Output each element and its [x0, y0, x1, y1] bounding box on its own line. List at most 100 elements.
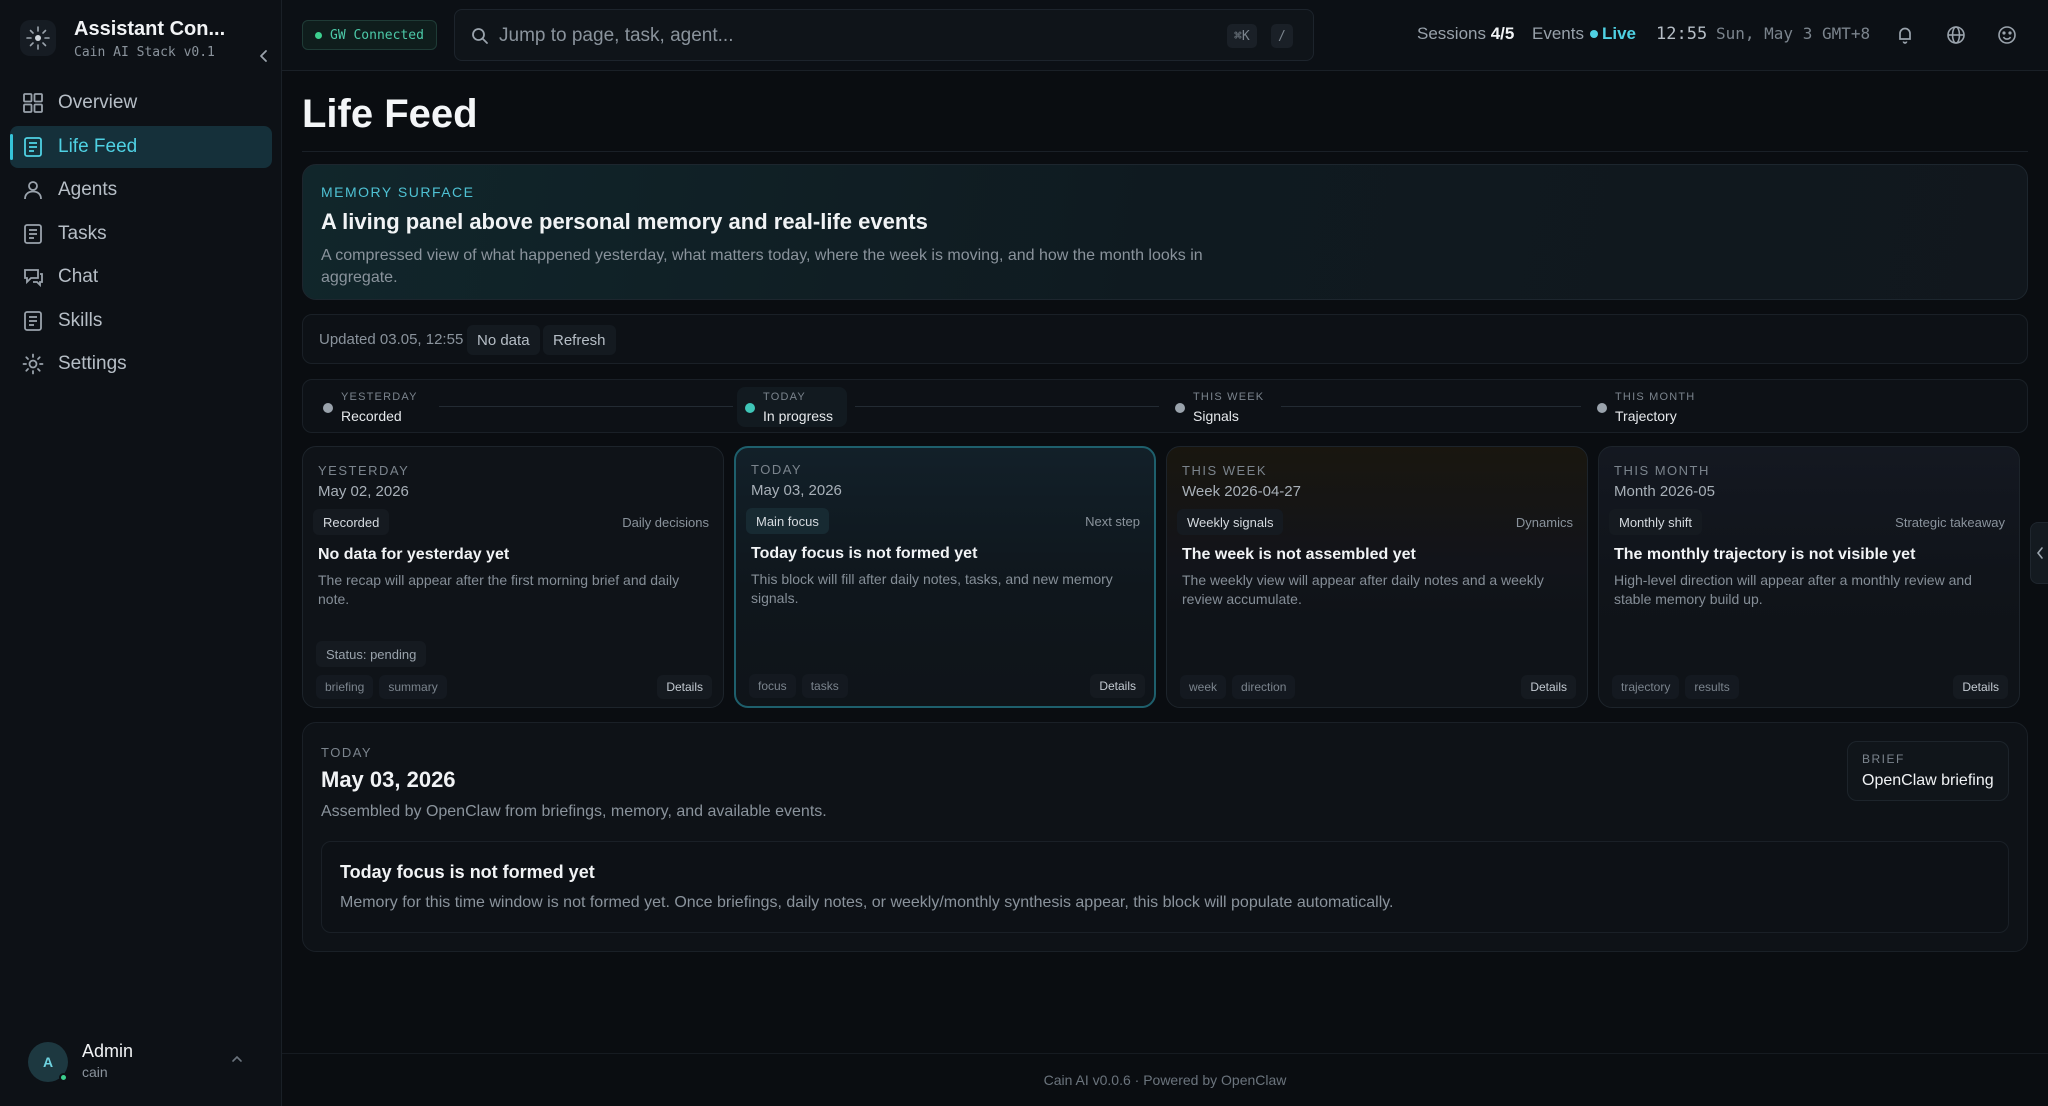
- user-menu[interactable]: A Admin cain: [28, 1040, 258, 1084]
- details-button[interactable]: Details: [1521, 675, 1576, 699]
- hero-kicker: MEMORY SURFACE: [321, 184, 475, 200]
- search-input[interactable]: [499, 22, 1199, 50]
- nav-label: Chat: [58, 266, 99, 287]
- page-footer: Cain AI v0.0.6 · Powered by OpenClaw: [282, 1053, 2048, 1106]
- globe-icon[interactable]: [1943, 22, 1969, 48]
- timeline-dot: [323, 403, 333, 413]
- connected-dot: [315, 31, 322, 39]
- card-tag: Main focus: [746, 508, 829, 534]
- card-this-week[interactable]: THIS WEEK Week 2026-04-27 Weekly signals…: [1166, 446, 1588, 708]
- memory-surface-hero: MEMORY SURFACE A living panel above pers…: [302, 164, 2028, 300]
- nav-item-overview[interactable]: Overview: [10, 82, 272, 124]
- card-tag: Weekly signals: [1177, 509, 1284, 535]
- timeline-node-month[interactable]: THIS MONTH Trajectory: [1589, 387, 1709, 427]
- brand[interactable]: Assistant Con... Cain AI Stack v0.1: [20, 18, 270, 62]
- hero-title: A living panel above personal memory and…: [321, 209, 928, 234]
- topic-tag[interactable]: tasks: [801, 674, 848, 698]
- card-this-month[interactable]: THIS MONTH Month 2026-05 Monthly shift S…: [1598, 446, 2020, 708]
- timeline-kicker: THIS MONTH: [1615, 391, 1696, 403]
- timeline-value: Trajectory: [1615, 408, 1677, 424]
- events-indicator[interactable]: Events Live: [1532, 24, 1636, 44]
- search-icon: [472, 28, 488, 44]
- timeline-kicker: TODAY: [763, 391, 806, 403]
- list-icon: [20, 221, 46, 247]
- card-title: The monthly trajectory is not visible ye…: [1614, 546, 1916, 563]
- brief-source-badge[interactable]: BRIEF OpenClaw briefing: [1847, 741, 2009, 801]
- horizon-cards: YESTERDAY May 02, 2026 Recorded Daily de…: [302, 446, 2028, 708]
- nav-item-life-feed[interactable]: Life Feed: [10, 125, 272, 168]
- card-footer: focus tasks Details: [749, 674, 1145, 698]
- refresh-button[interactable]: Refresh: [543, 325, 616, 355]
- today-focus-block: Today focus is not formed yet Memory for…: [321, 841, 2009, 933]
- card-date: Week 2026-04-27: [1182, 483, 1301, 500]
- timeline-value: Recorded: [341, 408, 402, 424]
- topic-tag[interactable]: results: [1685, 675, 1739, 699]
- card-today[interactable]: TODAY May 03, 2026 Main focus Next step …: [734, 446, 1156, 708]
- details-button[interactable]: Details: [657, 675, 712, 699]
- details-button[interactable]: Details: [1090, 674, 1145, 698]
- data-state-badge: No data: [467, 325, 540, 355]
- nav-label: Tasks: [58, 222, 107, 244]
- sessions-value: 4/5: [1490, 24, 1515, 43]
- timeline-dot: [1597, 403, 1607, 413]
- document-icon: [20, 308, 46, 334]
- timeline-node-yesterday[interactable]: YESTERDAY Recorded: [315, 387, 425, 427]
- user-icon: [20, 177, 46, 203]
- nav-item-chat[interactable]: Chat: [10, 256, 272, 298]
- card-category: Dynamics: [1515, 515, 1573, 530]
- card-description: The weekly view will appear after daily …: [1182, 572, 1544, 607]
- topic-tag[interactable]: focus: [749, 674, 796, 698]
- gateway-status-badge[interactable]: GW Connected: [302, 20, 437, 50]
- right-panel-toggle[interactable]: [2030, 522, 2048, 584]
- timeline-node-today[interactable]: TODAY In progress: [737, 387, 847, 427]
- divider: [302, 151, 2028, 152]
- card-date: Month 2026-05: [1614, 483, 1715, 500]
- events-label: Events: [1532, 24, 1584, 43]
- brand-subtitle: Cain AI Stack v0.1: [74, 45, 215, 60]
- timeline-connector: [1281, 406, 1581, 407]
- user-name: Admin: [82, 1041, 134, 1061]
- clock: 12:55: [1656, 24, 1708, 44]
- brand-title: Assistant Con...: [74, 18, 226, 40]
- focus-description: Memory for this time window is not forme…: [340, 894, 1394, 911]
- timeline-node-week[interactable]: THIS WEEK Signals: [1167, 387, 1277, 427]
- collapse-sidebar-button[interactable]: [252, 44, 276, 68]
- events-live-label: Live: [1601, 24, 1637, 43]
- nav-item-agents[interactable]: Agents: [10, 169, 272, 211]
- brief-kicker: BRIEF: [1862, 752, 1905, 766]
- card-kicker: YESTERDAY: [318, 463, 410, 478]
- command-search[interactable]: ⌘K /: [454, 9, 1314, 61]
- card-description: This block will fill after daily notes, …: [751, 571, 1113, 606]
- topic-tag[interactable]: trajectory: [1612, 675, 1680, 699]
- document-icon: [20, 134, 46, 160]
- topic-tag[interactable]: summary: [379, 675, 447, 699]
- user-handle: cain: [82, 1064, 108, 1080]
- nav-label: Settings: [58, 353, 127, 374]
- shortcut-cmd-k: ⌘K: [1227, 24, 1257, 48]
- sessions-indicator[interactable]: Sessions 4/5: [1417, 24, 1514, 44]
- topic-tag[interactable]: week: [1180, 675, 1227, 699]
- nav-label: Agents: [58, 179, 118, 200]
- top-header: GW Connected ⌘K / Sessions 4/5 Events Liv…: [282, 0, 2048, 71]
- bell-icon[interactable]: [1892, 22, 1918, 48]
- smiley-icon[interactable]: [1994, 22, 2020, 48]
- timeline-dot: [745, 403, 755, 413]
- sessions-label: Sessions: [1417, 24, 1486, 43]
- topic-tag[interactable]: direction: [1232, 675, 1296, 699]
- timeline-connector: [855, 406, 1159, 407]
- today-date: May 03, 2026: [321, 767, 456, 792]
- page-title: Life Feed: [302, 92, 478, 136]
- brief-value: OpenClaw briefing: [1862, 772, 1994, 789]
- nav-item-skills[interactable]: Skills: [10, 300, 272, 342]
- nav-label: Overview: [58, 92, 138, 113]
- today-kicker: TODAY: [321, 745, 373, 760]
- details-button[interactable]: Details: [1953, 675, 2008, 699]
- topic-tag[interactable]: briefing: [316, 675, 374, 699]
- card-yesterday[interactable]: YESTERDAY May 02, 2026 Recorded Daily de…: [302, 446, 724, 708]
- nav-item-tasks[interactable]: Tasks: [10, 213, 272, 255]
- timeline-kicker: YESTERDAY: [341, 391, 418, 403]
- chevron-up-icon: [232, 1055, 242, 1062]
- nav-item-settings[interactable]: Settings: [10, 343, 272, 385]
- shortcut-slash: /: [1271, 24, 1293, 48]
- today-subtitle: Assembled by OpenClaw from briefings, me…: [321, 803, 827, 820]
